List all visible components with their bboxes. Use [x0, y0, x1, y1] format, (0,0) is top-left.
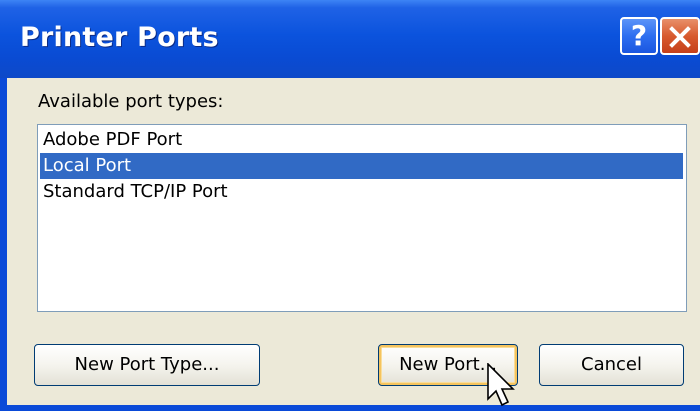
- cancel-button[interactable]: Cancel: [539, 344, 684, 386]
- dialog-body: Available port types: Adobe PDF Port Loc…: [7, 78, 700, 405]
- window-title: Printer Ports: [20, 22, 219, 53]
- mouse-pointer-icon: [487, 363, 515, 407]
- close-button[interactable]: [660, 17, 700, 55]
- printer-ports-dialog: Printer Ports ? Available port types: Ad…: [0, 0, 700, 411]
- title-bar[interactable]: Printer Ports ?: [0, 0, 700, 78]
- window-bottom-border: [0, 405, 700, 411]
- list-item-adobe-pdf-port[interactable]: Adobe PDF Port: [40, 127, 683, 153]
- new-port-type-button[interactable]: New Port Type...: [34, 344, 260, 386]
- close-icon: [669, 26, 691, 48]
- available-port-types-label: Available port types:: [38, 91, 224, 112]
- help-button[interactable]: ?: [620, 17, 658, 55]
- port-types-listbox[interactable]: Adobe PDF Port Local Port Standard TCP/I…: [37, 124, 687, 312]
- help-icon: ?: [630, 19, 648, 52]
- list-item-local-port[interactable]: Local Port: [40, 153, 683, 179]
- list-item-standard-tcp-ip-port[interactable]: Standard TCP/IP Port: [40, 179, 683, 205]
